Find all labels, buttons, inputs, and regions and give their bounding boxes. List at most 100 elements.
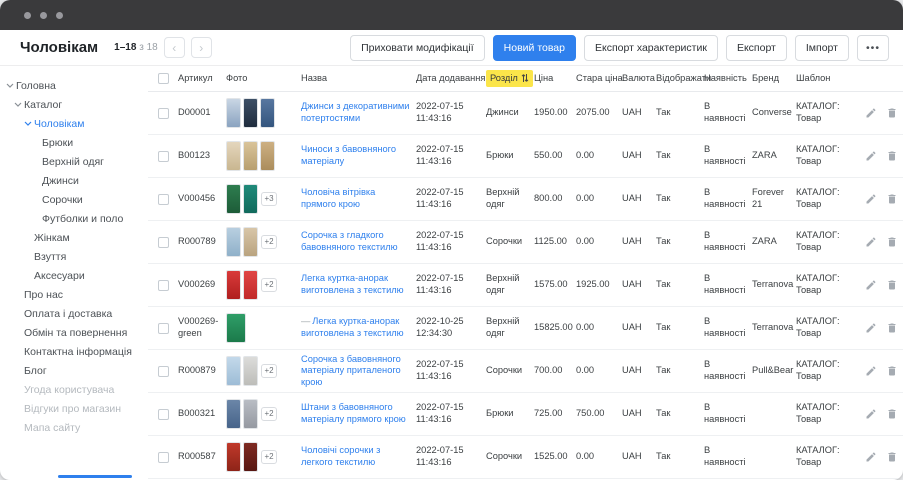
header-old-price[interactable]: Стара ціна [576, 73, 622, 85]
product-name-link[interactable]: Чиноси з бавовняного матеріалу [301, 144, 396, 166]
product-name-link[interactable]: Сорочка з бавовняного матеріалу притален… [301, 354, 401, 387]
header-photo[interactable]: Фото [226, 73, 301, 85]
row-checkbox[interactable] [158, 280, 169, 291]
pagination-next-button[interactable]: › [191, 37, 212, 58]
sidebar-item-мапа-сайту[interactable]: Мапа сайту [0, 418, 148, 437]
sidebar-item-верхній-одяг[interactable]: Верхній одяг [0, 152, 148, 171]
sku-cell: R000879 [178, 365, 226, 377]
price-cell: 550.00 [534, 150, 576, 162]
edit-icon[interactable] [865, 236, 877, 248]
sidebar-item-чоловікам[interactable]: Чоловікам [0, 114, 148, 133]
edit-icon[interactable] [865, 193, 877, 205]
availability-cell: В наявності [704, 144, 752, 167]
product-name-link[interactable]: Легка куртка-анорак виготовлена з тексти… [301, 273, 404, 295]
old-price-cell: 0.00 [576, 150, 622, 162]
sidebar-item-label: Відгуки про магазин [24, 403, 121, 415]
sidebar-item-контактна-інформація[interactable]: Контактна інформація [0, 342, 148, 361]
header-brand[interactable]: Бренд [752, 73, 796, 85]
product-name-link[interactable]: Чоловічі сорочки з легкого текстилю [301, 445, 380, 467]
delete-icon[interactable] [886, 279, 898, 291]
row-checkbox[interactable] [158, 237, 169, 248]
window-dot[interactable] [56, 12, 63, 19]
sidebar-item-відгуки-про-магазин[interactable]: Відгуки про магазин [0, 399, 148, 418]
sku-cell: D00001 [178, 107, 226, 119]
sidebar-item-оплата-і-доставка[interactable]: Оплата і доставка [0, 304, 148, 323]
header-price[interactable]: Ціна [534, 73, 576, 85]
header-template[interactable]: Шаблон [796, 73, 863, 85]
display-cell: Так [656, 322, 704, 334]
hide-modifications-button[interactable]: Приховати модифікації [350, 35, 485, 61]
export-button[interactable]: Експорт [726, 35, 787, 61]
edit-icon[interactable] [865, 365, 877, 377]
header-display[interactable]: Відображати [656, 73, 704, 85]
row-checkbox[interactable] [158, 452, 169, 463]
header-availability[interactable]: Наявність [704, 73, 752, 85]
product-name-link[interactable]: Джинси з декоративними потертостями [301, 101, 410, 123]
header-name[interactable]: Назва [301, 73, 416, 85]
sidebar-item-аксесуари[interactable]: Аксесуари [0, 266, 148, 285]
delete-icon[interactable] [886, 236, 898, 248]
row-checkbox[interactable] [158, 194, 169, 205]
availability-cell: В наявності [704, 187, 752, 210]
row-checkbox[interactable] [158, 323, 169, 334]
edit-icon[interactable] [865, 279, 877, 291]
table-row: B000321 +2 Штани з бавовняного матеріалу… [148, 393, 903, 436]
pagination-prev-button[interactable]: ‹ [164, 37, 185, 58]
product-photo [226, 399, 241, 429]
delete-icon[interactable] [886, 408, 898, 420]
availability-cell: В наявності [704, 402, 752, 425]
window-dot[interactable] [40, 12, 47, 19]
sidebar-item-сорочки[interactable]: Сорочки [0, 190, 148, 209]
delete-icon[interactable] [886, 150, 898, 162]
actions-cell [863, 279, 903, 291]
section-cell: Брюки [486, 150, 534, 162]
window-dot[interactable] [24, 12, 31, 19]
product-name-link[interactable]: Сорочка з гладкого бавовняного текстилю [301, 230, 398, 252]
row-checkbox[interactable] [158, 409, 169, 420]
delete-icon[interactable] [886, 322, 898, 334]
sidebar-item-джинси[interactable]: Джинси [0, 171, 148, 190]
sidebar-item-про-нас[interactable]: Про нас [0, 285, 148, 304]
sidebar-item-брюки[interactable]: Брюки [0, 133, 148, 152]
new-product-button[interactable]: Новий товар [493, 35, 576, 61]
product-photo [226, 184, 241, 214]
old-price-cell: 0.00 [576, 236, 622, 248]
select-all-checkbox[interactable] [158, 73, 169, 84]
sidebar-item-футболки-и-поло[interactable]: Футболки и поло [0, 209, 148, 228]
actions-cell [863, 107, 903, 119]
edit-icon[interactable] [865, 408, 877, 420]
import-button[interactable]: Імпорт [795, 35, 849, 61]
edit-icon[interactable] [865, 451, 877, 463]
sidebar-item-обмін-та-повернення[interactable]: Обмін та повернення [0, 323, 148, 342]
product-photo [226, 98, 241, 128]
product-name-link[interactable]: Штани з бавовняного матеріалу прямого кр… [301, 402, 406, 424]
delete-icon[interactable] [886, 365, 898, 377]
header-currency[interactable]: Валюта [622, 73, 656, 85]
edit-icon[interactable] [865, 107, 877, 119]
product-name-link[interactable]: Чоловіча вітрівка прямого крою [301, 187, 375, 209]
row-checkbox[interactable] [158, 151, 169, 162]
sidebar-item-label: Взуття [34, 251, 66, 263]
more-actions-button[interactable]: ••• [857, 35, 889, 61]
sidebar-item-жінкам[interactable]: Жінкам [0, 228, 148, 247]
delete-icon[interactable] [886, 107, 898, 119]
row-checkbox[interactable] [158, 108, 169, 119]
row-checkbox[interactable] [158, 366, 169, 377]
header-date[interactable]: Дата додавання [416, 73, 486, 85]
edit-icon[interactable] [865, 322, 877, 334]
export-characteristics-button[interactable]: Експорт характеристик [584, 35, 718, 61]
delete-icon[interactable] [886, 193, 898, 205]
app-window: Чоловікам 1–18 з 18 ‹ › Приховати модифі… [0, 0, 903, 480]
sidebar-item-каталог[interactable]: Каталог [0, 95, 148, 114]
sidebar-item-головна[interactable]: Головна [0, 76, 148, 95]
header-sku[interactable]: Артикул [178, 73, 226, 85]
edit-icon[interactable] [865, 150, 877, 162]
horizontal-scrollbar-thumb[interactable] [58, 475, 132, 478]
sidebar-item-угода-користувача[interactable]: Угода користувача [0, 380, 148, 399]
sidebar-item-взуття[interactable]: Взуття [0, 247, 148, 266]
display-cell: Так [656, 150, 704, 162]
delete-icon[interactable] [886, 451, 898, 463]
product-name-link[interactable]: Легка куртка-анорак виготовлена з тексти… [301, 316, 404, 338]
section-sort-control[interactable]: Розділ [486, 70, 533, 88]
sidebar-item-блог[interactable]: Блог [0, 361, 148, 380]
